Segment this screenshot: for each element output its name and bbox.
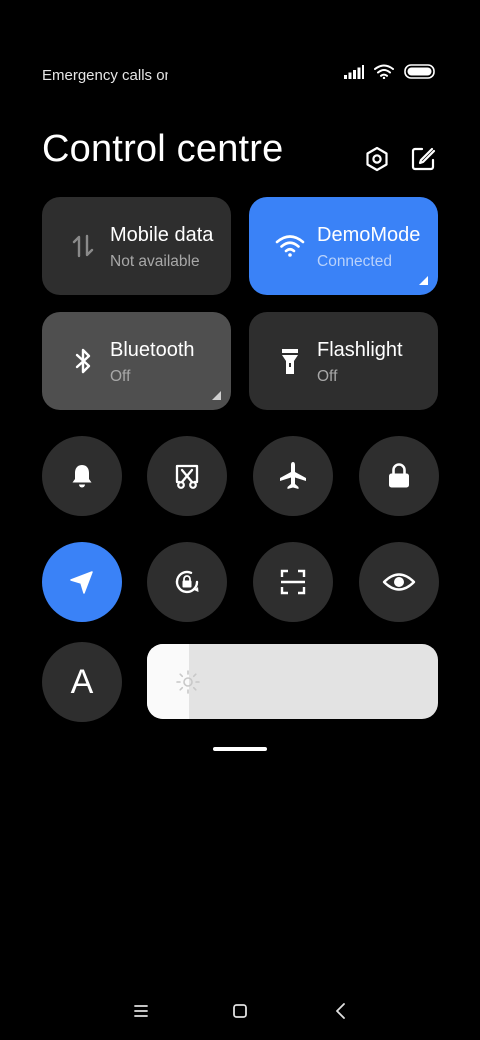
settings-icon[interactable] xyxy=(363,145,391,173)
tile-label: Flashlight xyxy=(317,339,403,361)
lock-icon xyxy=(389,463,409,488)
auto-brightness-label: A xyxy=(70,662,94,701)
screenshot-toggle[interactable] xyxy=(147,436,227,516)
tile-status: Off xyxy=(110,368,131,385)
status-bar: Emergency calls only xyxy=(0,0,480,110)
wifi-icon xyxy=(374,64,394,84)
tile-label: Bluetooth xyxy=(110,339,195,361)
status-icons xyxy=(344,64,436,84)
lock-toggle[interactable] xyxy=(359,436,439,516)
airplane-icon xyxy=(280,462,306,489)
mobile-data-tile[interactable]: Mobile data Not available xyxy=(42,197,231,295)
home-button[interactable] xyxy=(229,1000,251,1022)
reading-mode-icon xyxy=(382,573,416,591)
drag-handle[interactable] xyxy=(213,747,267,751)
bluetooth-icon xyxy=(68,346,98,376)
mobile-data-icon xyxy=(68,231,98,261)
location-toggle[interactable] xyxy=(42,542,122,622)
status-text: Emergency calls only xyxy=(42,67,168,84)
tile-status: Connected xyxy=(317,253,392,270)
auto-brightness-button[interactable]: A xyxy=(42,642,122,722)
flashlight-icon xyxy=(275,346,305,376)
back-button[interactable] xyxy=(330,1000,352,1022)
battery-icon xyxy=(404,64,436,84)
tile-status: Not available xyxy=(110,253,200,270)
signal-icon xyxy=(344,64,364,84)
scanner-toggle[interactable] xyxy=(253,542,333,622)
tile-label: DemoMode xyxy=(317,224,421,246)
edit-icon[interactable] xyxy=(409,145,437,173)
expand-corner-icon[interactable] xyxy=(212,391,221,400)
brightness-slider[interactable] xyxy=(147,644,438,719)
reading-mode-toggle[interactable] xyxy=(359,542,439,622)
flashlight-tile[interactable]: Flashlight Off xyxy=(249,312,438,410)
tile-status: Off xyxy=(317,368,338,385)
sun-icon xyxy=(175,669,201,695)
wifi-icon xyxy=(275,231,305,261)
silent-toggle[interactable] xyxy=(42,436,122,516)
menu-button[interactable] xyxy=(130,1000,152,1022)
navigation-bar xyxy=(0,990,480,1034)
rotation-lock-icon xyxy=(175,570,199,594)
expand-corner-icon[interactable] xyxy=(419,276,428,285)
bluetooth-tile[interactable]: Bluetooth Off xyxy=(42,312,231,410)
rotation-lock-toggle[interactable] xyxy=(147,542,227,622)
wifi-tile[interactable]: DemoMode Connected xyxy=(249,197,438,295)
bell-icon xyxy=(72,465,92,488)
scanner-icon xyxy=(280,569,306,595)
airplane-toggle[interactable] xyxy=(253,436,333,516)
tile-label: Mobile data xyxy=(110,224,214,246)
page-title: Control centre xyxy=(42,128,284,170)
location-icon xyxy=(70,571,93,594)
screenshot-icon xyxy=(175,464,199,489)
